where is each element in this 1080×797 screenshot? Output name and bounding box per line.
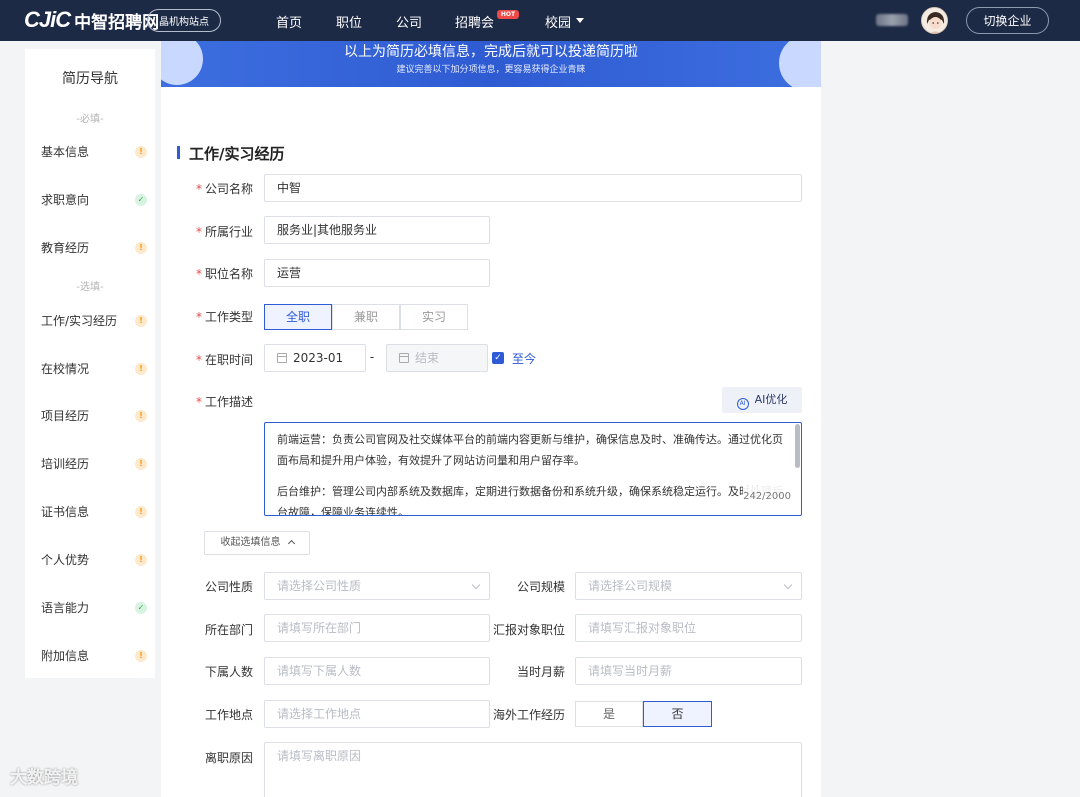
avatar[interactable] [921, 7, 948, 34]
job-type-intern[interactable]: 实习 [400, 304, 468, 330]
chevron-down-icon [783, 580, 793, 590]
chevron-down-icon [576, 18, 584, 23]
sidebar-item-training[interactable]: 培训经历 ! [41, 454, 147, 474]
work-location-label: 工作地点 [204, 708, 253, 722]
warning-icon: ! [135, 146, 147, 158]
company-scale-label: 公司规模 [516, 580, 565, 594]
warning-icon: ! [135, 506, 147, 518]
overseas-label: 海外工作经历 [492, 708, 565, 722]
sidebar-item-additional[interactable]: 附加信息 ! [41, 646, 147, 666]
nav-company[interactable]: 公司 [396, 12, 422, 31]
blurred-username[interactable] [876, 14, 908, 26]
start-date-picker[interactable]: 2023-01 [264, 344, 366, 372]
until-now-label[interactable]: 至今 [512, 350, 536, 367]
required-section-label: -必填- [76, 114, 104, 125]
nav-home[interactable]: 首页 [276, 12, 302, 31]
warning-icon: ! [135, 410, 147, 422]
warning-icon: ! [135, 242, 147, 254]
switch-enterprise-button[interactable]: 切换企业 [966, 7, 1049, 34]
subordinates-input[interactable]: 请填写下属人数 [264, 657, 490, 685]
sidebar-item-languages[interactable]: 语言能力 ✓ [41, 598, 147, 618]
sidebar-item-education[interactable]: 教育经历 ! [41, 238, 147, 258]
department-input[interactable]: 请填写所在部门 [264, 614, 490, 642]
report-to-input[interactable]: 请填写汇报对象职位 [575, 614, 802, 642]
calendar-icon [277, 353, 287, 363]
ai-icon: AI [736, 398, 749, 410]
main-panel: 以上为简历必填信息，完成后就可以投递简历啦 建议完善以下加分项信息，更容易获得企… [161, 41, 821, 797]
industry-label: * 所属行业 [195, 225, 253, 239]
warning-icon: ! [135, 554, 147, 566]
check-icon: ✓ [135, 194, 147, 206]
warning-icon: ! [135, 363, 147, 375]
hot-badge: HOT [497, 10, 519, 19]
banner-subtitle: 建议完善以下加分项信息，更容易获得企业青睐 [396, 65, 586, 75]
work-location-select[interactable]: 请选择工作地点 [264, 700, 490, 728]
position-label: * 职位名称 [195, 267, 253, 281]
salary-input[interactable]: 请填写当时月薪 [575, 657, 802, 685]
end-date-picker[interactable]: 结束 [386, 344, 488, 372]
date-separator: - [369, 350, 375, 364]
ai-optimize-button[interactable]: AI AI优化 [722, 387, 802, 413]
warning-icon: ! [135, 315, 147, 327]
company-scale-select[interactable]: 请选择公司规模 [575, 572, 802, 600]
char-counter: 242/2000 [743, 486, 791, 507]
logo-mark: CJiC [24, 7, 71, 32]
warning-icon: ! [135, 650, 147, 662]
sidebar-item-campus[interactable]: 在校情况 ! [41, 359, 147, 379]
sidebar-item-certificates[interactable]: 证书信息 ! [41, 502, 147, 522]
sidebar-title: 简历导航 [62, 71, 118, 87]
description-paragraph: 前端运营：负责公司官网及社交媒体平台的前端内容更新与维护，确保信息及时、准确传达… [277, 433, 783, 467]
avatar-face-icon [922, 8, 947, 33]
description-label: * 工作描述 [195, 395, 253, 409]
job-type-fulltime[interactable]: 全职 [264, 304, 332, 330]
description-paragraph: 后台维护：管理公司内部系统及数据库，定期进行数据备份和系统升级，确保系统稳定运行… [277, 485, 783, 516]
top-navbar: CJiC 中智招聘网 晶机构站点 首页 职位 公司 招聘会 HOT 校园 切换企… [0, 0, 1080, 41]
salary-label: 当时月薪 [516, 665, 565, 679]
company-name-input[interactable]: 中智 [264, 174, 802, 202]
site-logo[interactable]: CJiC 中智招聘网 [24, 7, 159, 33]
watermark-text: 大数跨境 [10, 768, 78, 788]
nav-job-fair[interactable]: 招聘会 [455, 12, 494, 31]
job-type-label: * 工作类型 [195, 310, 253, 324]
site-switch-pill[interactable]: 晶机构站点 [147, 9, 221, 32]
department-label: 所在部门 [204, 623, 253, 637]
until-now-checkbox[interactable]: ✓ [492, 352, 504, 364]
resume-nav-sidebar: 简历导航 -必填- 基本信息 ! 求职意向 ✓ 教育经历 ! -选填- 工作/实… [25, 49, 155, 678]
work-description-textarea[interactable]: 前端运营：负责公司官网及社交媒体平台的前端内容更新与维护，确保信息及时、准确传达… [264, 422, 802, 516]
sidebar-item-basic-info[interactable]: 基本信息 ! [41, 142, 147, 162]
company-label: * 公司名称 [195, 182, 253, 196]
chevron-down-icon [471, 580, 481, 590]
collapse-optional-button[interactable]: 收起选填信息 [204, 531, 310, 555]
section-title: 工作/实习经历 [177, 143, 284, 164]
leave-reason-label: 离职原因 [204, 751, 253, 765]
sidebar-item-projects[interactable]: 项目经历 ! [41, 406, 147, 426]
banner-title: 以上为简历必填信息，完成后就可以投递简历啦 [344, 44, 638, 60]
nav-jobs[interactable]: 职位 [336, 12, 362, 31]
nav-campus[interactable]: 校园 [545, 12, 571, 31]
sidebar-item-strengths[interactable]: 个人优势 ! [41, 550, 147, 570]
chevron-up-icon [287, 539, 295, 548]
period-label: * 在职时间 [195, 353, 253, 367]
overseas-yes[interactable]: 是 [575, 701, 643, 727]
industry-select[interactable]: 服务业|其他服务业 [264, 216, 490, 244]
overseas-no[interactable]: 否 [643, 701, 712, 727]
company-nature-select[interactable]: 请选择公司性质 [264, 572, 490, 600]
optional-section-label: -选填- [76, 282, 104, 293]
sidebar-item-job-intention[interactable]: 求职意向 ✓ [41, 190, 147, 210]
check-icon: ✓ [135, 602, 147, 614]
sidebar-item-work-experience[interactable]: 工作/实习经历 ! [41, 311, 147, 331]
position-name-input[interactable]: 运营 [264, 259, 490, 287]
tips-banner: 以上为简历必填信息，完成后就可以投递简历啦 建议完善以下加分项信息，更容易获得企… [161, 41, 821, 87]
subordinates-label: 下属人数 [204, 665, 253, 679]
calendar-icon [399, 353, 409, 363]
report-to-label: 汇报对象职位 [492, 623, 565, 637]
job-type-parttime[interactable]: 兼职 [332, 304, 400, 330]
company-nature-label: 公司性质 [204, 580, 253, 594]
textarea-scrollbar[interactable] [795, 424, 800, 468]
warning-icon: ! [135, 458, 147, 470]
leave-reason-textarea[interactable]: 请填写离职原因 [264, 742, 802, 797]
